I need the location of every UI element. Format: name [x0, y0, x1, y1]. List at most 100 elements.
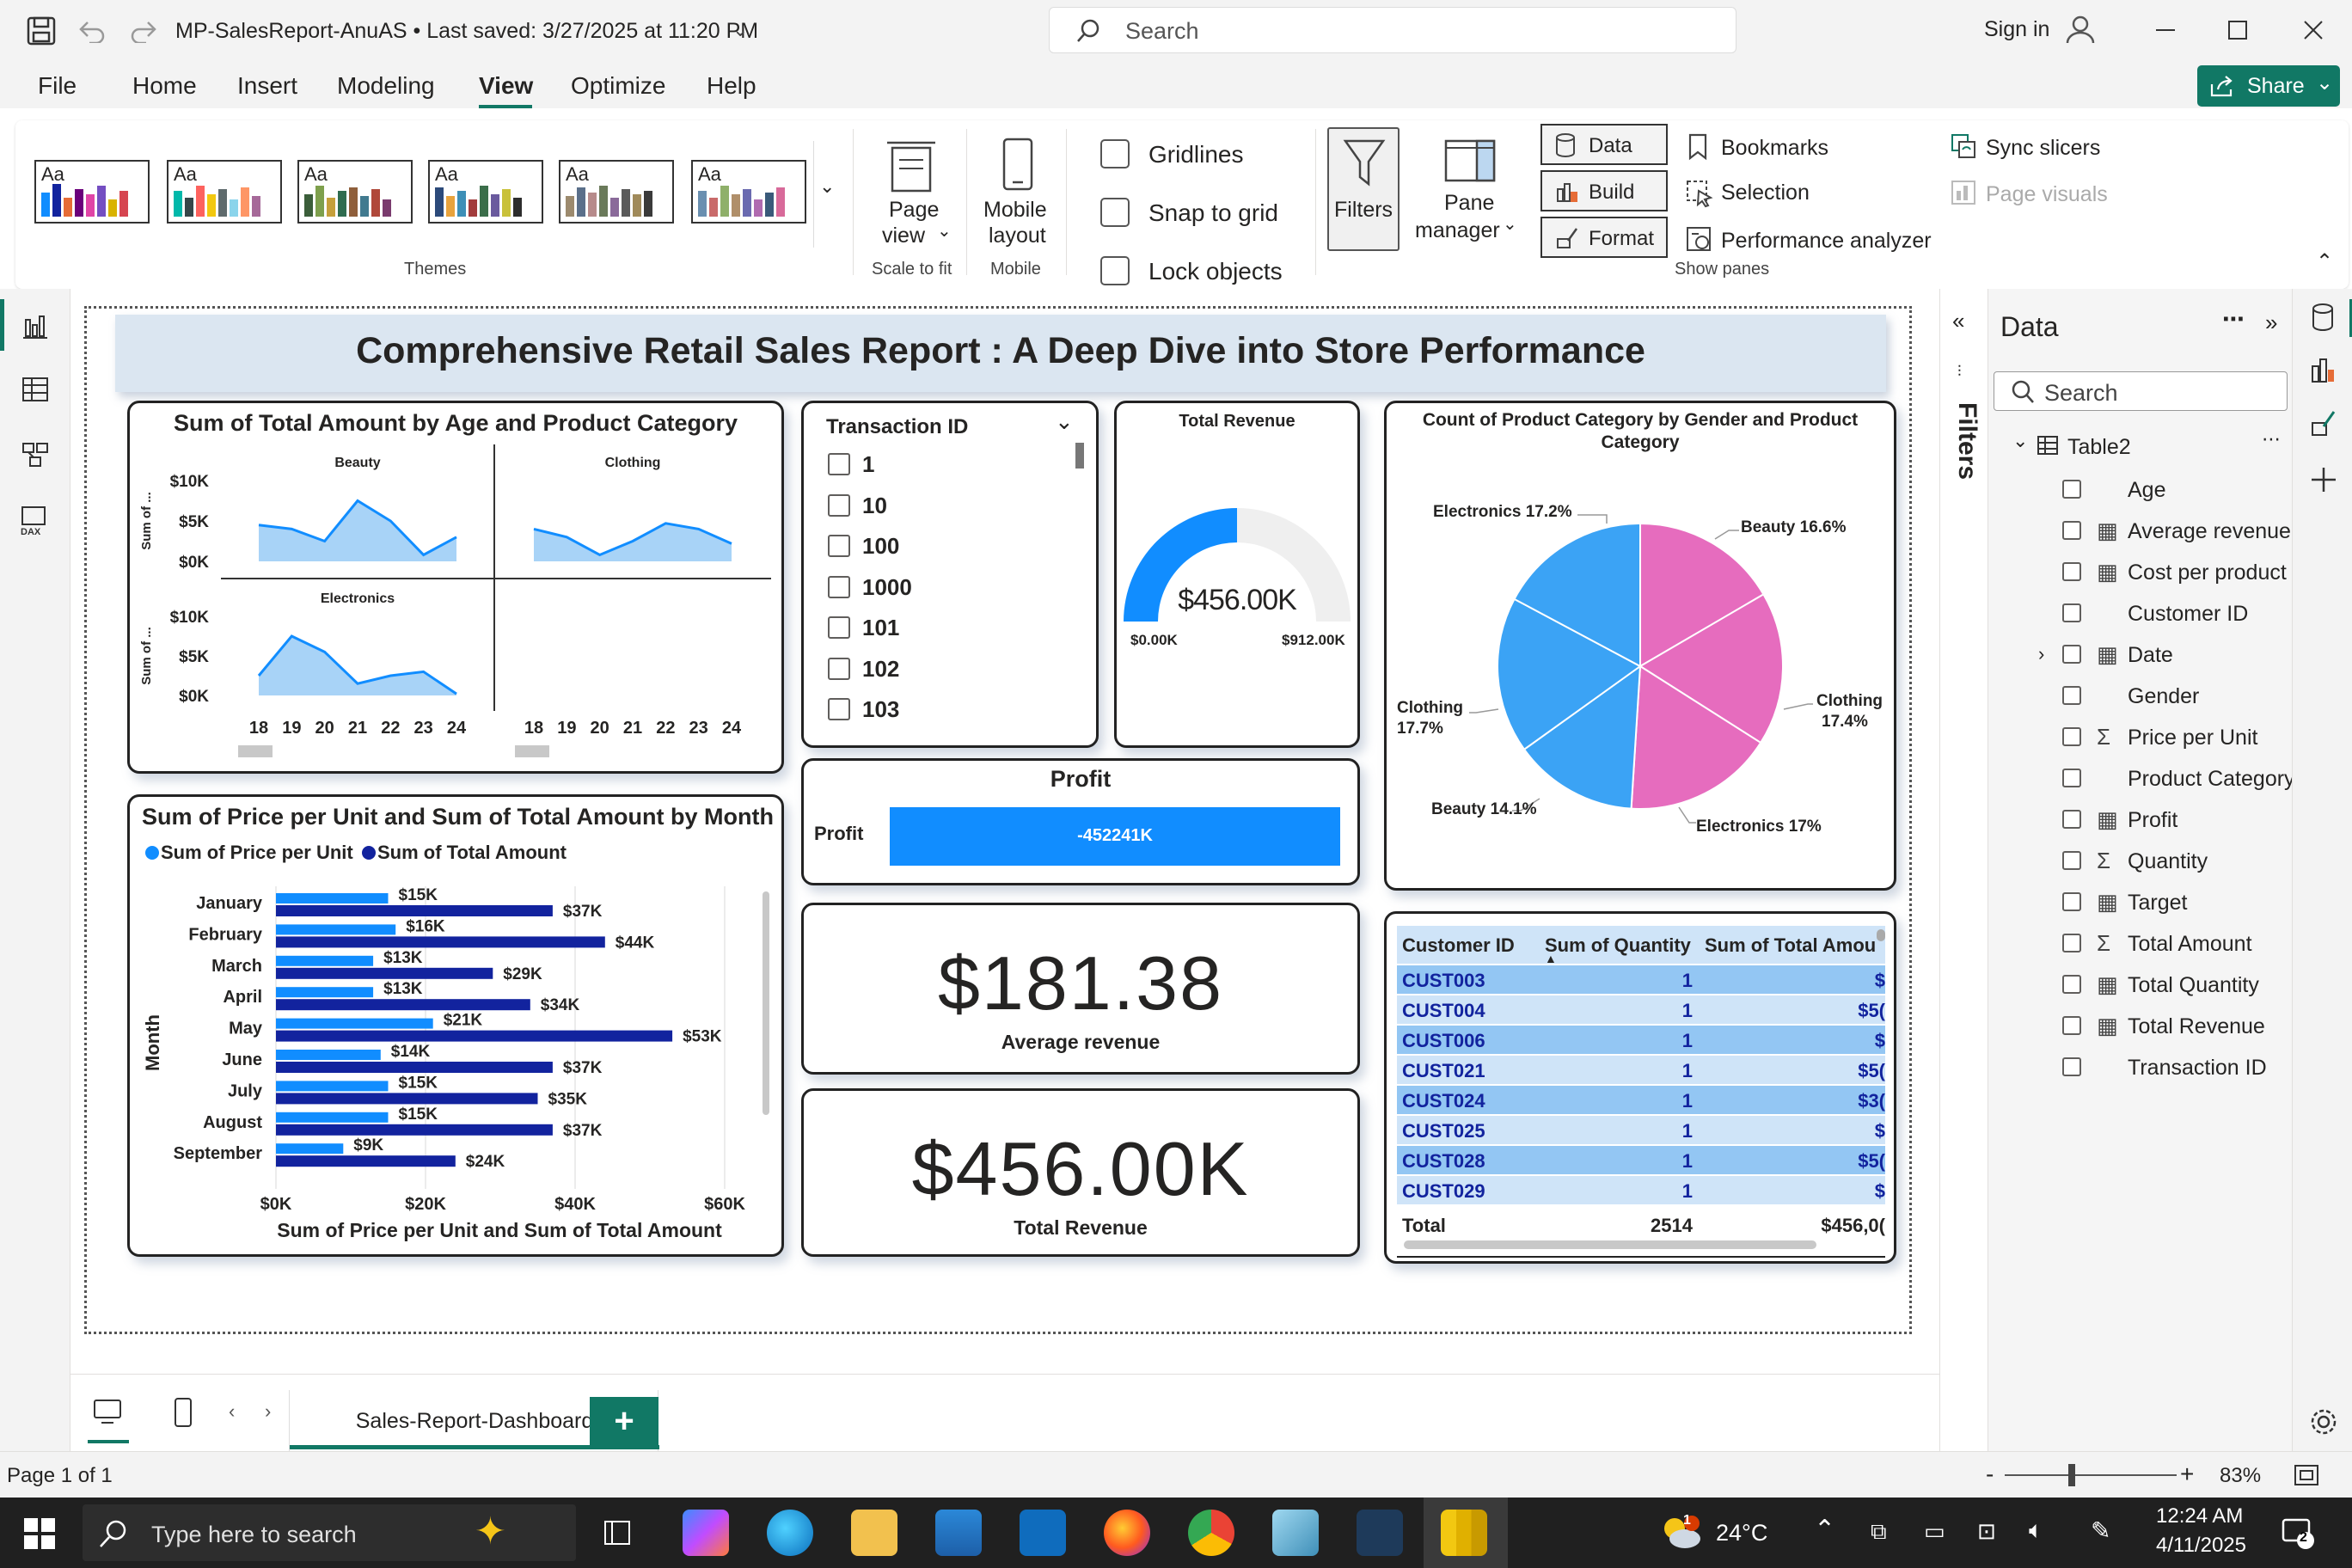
- slicer-item-checkbox[interactable]: [828, 616, 850, 639]
- taskbar-search-box[interactable]: Type here to search ✦: [83, 1504, 576, 1561]
- desktop-layout-icon[interactable]: [93, 1399, 122, 1426]
- field-item-product-category[interactable]: Product Category: [1988, 758, 2295, 799]
- undo-icon[interactable]: [77, 17, 107, 43]
- slicer-item-label[interactable]: 1: [862, 451, 874, 478]
- table-header-sum-quantity[interactable]: Sum of Quantity: [1545, 934, 1691, 957]
- format-brush-icon[interactable]: [2310, 409, 2337, 438]
- pen-icon[interactable]: ✎: [2091, 1516, 2110, 1545]
- add-page-button[interactable]: +: [590, 1397, 658, 1447]
- microsoft-store-icon[interactable]: [935, 1510, 982, 1556]
- chevron-down-icon[interactable]: ⌄: [1055, 408, 1074, 435]
- copilot-app-icon[interactable]: [683, 1510, 729, 1556]
- slicer-item-checkbox[interactable]: [828, 493, 850, 517]
- theme-swatch-5[interactable]: Aa: [559, 160, 674, 224]
- minimize-icon[interactable]: [2153, 17, 2178, 43]
- themes-dropdown[interactable]: ⌄: [813, 141, 837, 248]
- field-checkbox[interactable]: [2062, 645, 2081, 664]
- battery-icon[interactable]: ▭: [1924, 1518, 1945, 1545]
- share-button[interactable]: Share ⌄: [2197, 65, 2340, 107]
- fit-to-page-icon[interactable]: [2294, 1464, 2319, 1486]
- table-header-customer-id[interactable]: Customer ID: [1402, 934, 1515, 957]
- mobile-layout-icon[interactable]: [174, 1397, 193, 1428]
- app-icon-2[interactable]: [1357, 1510, 1403, 1556]
- selection-button[interactable]: Selection: [1721, 181, 1810, 205]
- customer-table[interactable]: Customer ID Sum of Quantity ▲ Sum of Tot…: [1384, 911, 1896, 1264]
- pane-manager-icon[interactable]: [1442, 136, 1498, 187]
- field-checkbox[interactable]: [2062, 521, 2081, 540]
- power-bi-icon[interactable]: [1441, 1510, 1487, 1556]
- build-pane-button[interactable]: Build: [1540, 170, 1668, 211]
- maximize-icon[interactable]: [2225, 17, 2251, 43]
- filters-vertical-label[interactable]: Filters: [1952, 402, 1981, 480]
- total-revenue-card[interactable]: $456.00K Total Revenue: [801, 1088, 1360, 1257]
- theme-swatch-4[interactable]: Aa: [428, 160, 543, 224]
- slicer-item-label[interactable]: 102: [862, 656, 899, 683]
- total-revenue-gauge[interactable]: Total Revenue $456.00K $0.00K $912.00K: [1114, 401, 1360, 748]
- page-view-label[interactable]: Page: [889, 198, 939, 223]
- network-icon[interactable]: ⊡: [1977, 1518, 1996, 1545]
- chevron-right-icon[interactable]: ›: [2038, 643, 2044, 665]
- redo-icon[interactable]: [129, 17, 158, 43]
- field-checkbox[interactable]: [2062, 727, 2081, 746]
- field-checkbox[interactable]: [2062, 934, 2081, 952]
- filters-pane-collapsed[interactable]: « ⫶ Filters: [1939, 289, 1988, 1451]
- zoom-in-button[interactable]: +: [2180, 1461, 2194, 1488]
- slicer-item-label[interactable]: 103: [862, 696, 899, 723]
- table-row[interactable]: CUST004 1 $5(: [1397, 995, 1885, 1024]
- zoom-slider-track[interactable]: [2005, 1474, 2177, 1476]
- bookmark-icon[interactable]: [1687, 132, 1709, 162]
- task-view-icon[interactable]: [602, 1518, 633, 1547]
- table-vertical-scrollbar[interactable]: [1877, 929, 1885, 941]
- table-horizontal-scrollbar[interactable]: [1404, 1240, 1816, 1249]
- menu-view[interactable]: View: [479, 72, 533, 100]
- snap-to-grid-checkbox[interactable]: [1100, 198, 1130, 227]
- field-checkbox[interactable]: [2062, 480, 2081, 499]
- mobile-layout-label[interactable]: Mobile: [983, 198, 1047, 223]
- field-item-quantity[interactable]: Σ Quantity: [1988, 841, 2293, 882]
- product-category-pie-chart[interactable]: Count of Product Category by Gender and …: [1384, 401, 1896, 891]
- table-row[interactable]: CUST025 1 $: [1397, 1116, 1885, 1144]
- file-explorer-icon[interactable]: [851, 1510, 897, 1556]
- clock-date[interactable]: 4/11/2025: [2156, 1534, 2246, 1558]
- slicer-item-label[interactable]: 1000: [862, 574, 912, 601]
- field-checkbox[interactable]: [2062, 769, 2081, 787]
- theme-swatch-6[interactable]: Aa: [691, 160, 806, 224]
- title-search-box[interactable]: Search: [1049, 7, 1736, 53]
- table-row[interactable]: CUST028 1 $5(: [1397, 1146, 1885, 1174]
- field-item-transaction-id[interactable]: Transaction ID: [1988, 1047, 2293, 1088]
- menu-optimize[interactable]: Optimize: [571, 72, 665, 100]
- performance-analyzer-button[interactable]: Performance analyzer: [1721, 229, 1932, 254]
- bookmarks-button[interactable]: Bookmarks: [1721, 136, 1828, 161]
- next-page-icon[interactable]: ›: [265, 1400, 271, 1423]
- month-clustered-bar-chart[interactable]: Sum of Price per Unit and Sum of Total A…: [127, 794, 784, 1257]
- table-row[interactable]: CUST003 1 $: [1397, 965, 1885, 994]
- field-item-customer-id[interactable]: Customer ID: [1988, 593, 2293, 634]
- account-icon[interactable]: [2063, 12, 2098, 46]
- chevron-down-icon[interactable]: ⌄: [2012, 430, 2028, 452]
- menu-file[interactable]: File: [38, 72, 77, 100]
- page-view-icon[interactable]: [885, 139, 937, 194]
- dax-query-view-icon[interactable]: DAX: [19, 505, 52, 536]
- theme-swatch-2[interactable]: Aa: [167, 160, 282, 224]
- gridlines-checkbox[interactable]: [1100, 139, 1130, 168]
- profit-bar-visual[interactable]: Profit Profit -452241K: [801, 758, 1360, 885]
- firefox-icon[interactable]: [1104, 1510, 1150, 1556]
- field-checkbox[interactable]: [2062, 1057, 2081, 1076]
- zoom-out-button[interactable]: -: [1986, 1461, 1994, 1488]
- mobile-layout-icon[interactable]: [1001, 136, 1035, 193]
- slicer-item-checkbox[interactable]: [828, 698, 850, 720]
- close-icon[interactable]: [2300, 17, 2326, 43]
- report-view-icon[interactable]: [21, 311, 50, 340]
- field-checkbox[interactable]: [2062, 975, 2081, 994]
- field-checkbox[interactable]: [2062, 603, 2081, 622]
- average-revenue-card[interactable]: $181.38 Average revenue: [801, 903, 1360, 1075]
- save-icon[interactable]: [26, 15, 57, 46]
- data-table-name[interactable]: Table2: [2067, 435, 2131, 460]
- field-item-total-amount[interactable]: Σ Total Amount: [1988, 923, 2293, 965]
- clock-time[interactable]: 12:24 AM: [2156, 1504, 2243, 1528]
- table-row[interactable]: CUST024 1 $3(: [1397, 1086, 1885, 1114]
- table-row[interactable]: CUST029 1 $: [1397, 1176, 1885, 1204]
- theme-swatch-1[interactable]: Aa: [34, 160, 150, 224]
- filters-pane-toggle[interactable]: Filters: [1327, 127, 1400, 251]
- slicer-scrollbar[interactable]: [1075, 443, 1084, 469]
